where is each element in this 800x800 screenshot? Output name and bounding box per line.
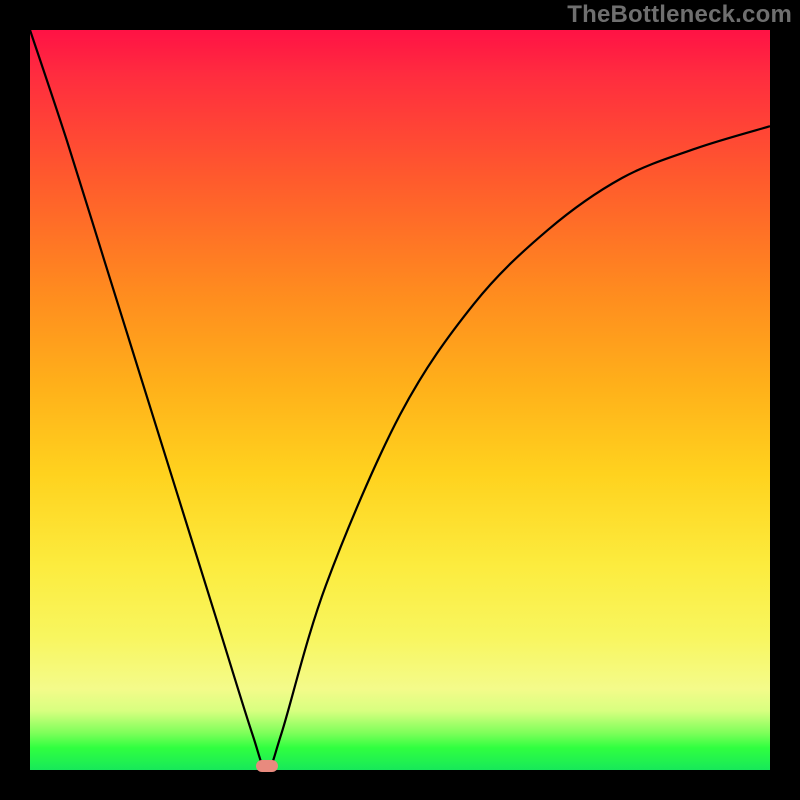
optimum-marker [256,760,278,772]
bottleneck-curve-svg [30,30,770,770]
chart-frame: TheBottleneck.com [0,0,800,800]
watermark-text: TheBottleneck.com [567,1,792,29]
bottleneck-curve-line [30,30,770,770]
